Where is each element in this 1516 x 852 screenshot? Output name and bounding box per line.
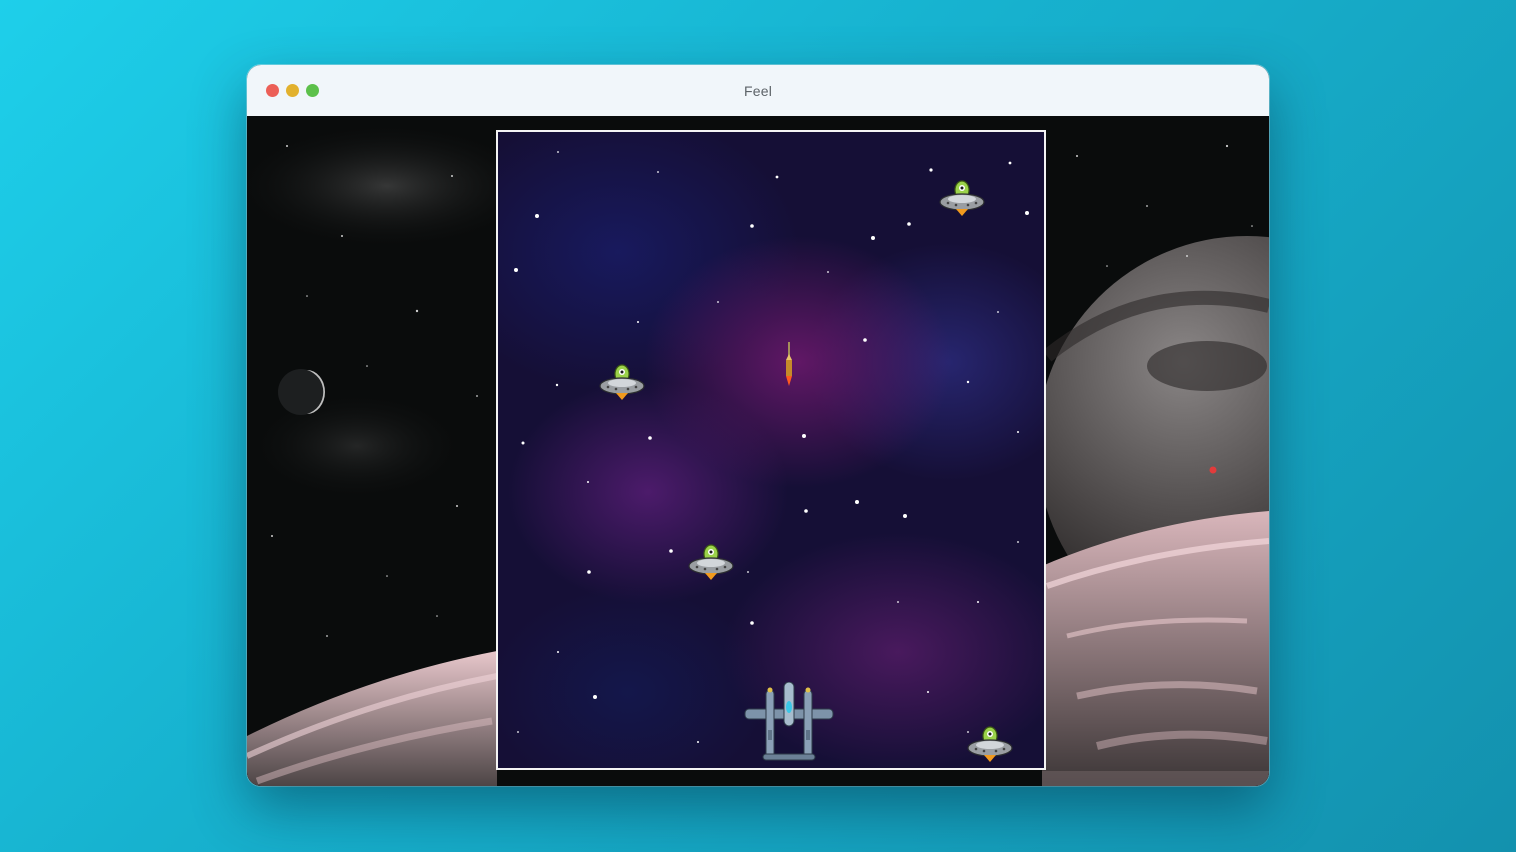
starfield	[514, 151, 1029, 743]
title-bar[interactable]: Feel	[247, 65, 1269, 117]
game-canvas[interactable]	[496, 130, 1046, 770]
red-marker	[1209, 466, 1217, 474]
window-title: Feel	[743, 83, 773, 99]
app-window: Feel	[247, 65, 1269, 786]
space-backdrop	[247, 116, 1269, 786]
